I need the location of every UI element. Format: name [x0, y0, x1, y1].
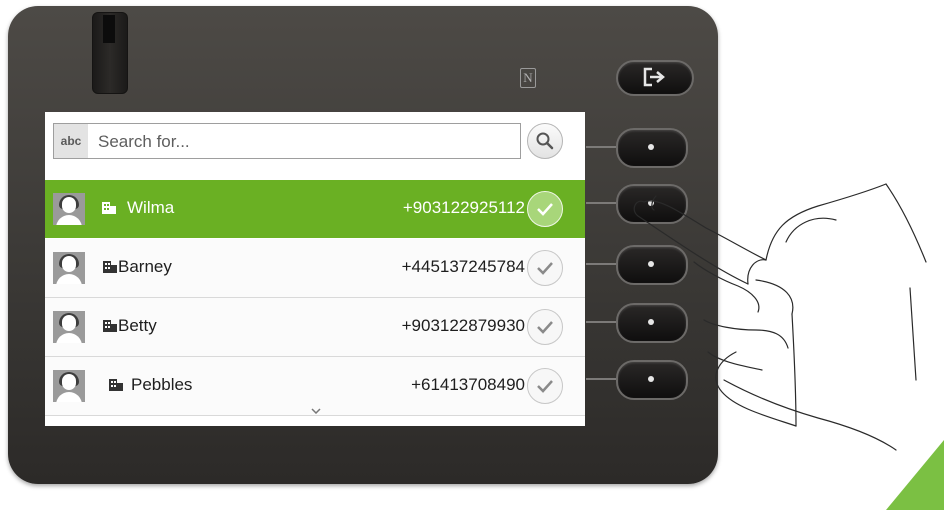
contact-row[interactable]: Wilma +903122925112	[45, 180, 585, 238]
contact-row[interactable]: Betty +903122879930	[45, 298, 585, 357]
contact-number: +903122925112	[402, 198, 525, 217]
building-icon	[103, 320, 117, 332]
handset-slot	[92, 12, 128, 94]
select-button[interactable]	[527, 309, 563, 345]
key-dot	[648, 144, 654, 150]
checkmark-icon	[537, 321, 553, 334]
input-mode-label: abc	[54, 124, 88, 158]
person-avatar-icon	[53, 370, 85, 402]
contact-name: Betty	[118, 316, 157, 335]
checkmark-icon	[537, 262, 553, 275]
contact-name: Pebbles	[131, 375, 193, 394]
search-icon	[536, 132, 554, 150]
display-screen: abc Search for... Wilma +903122925112 Ba…	[45, 112, 585, 426]
person-avatar-icon	[53, 311, 85, 343]
contact-name: Wilma	[127, 198, 175, 217]
contact-name: Barney	[118, 257, 172, 276]
search-placeholder: Search for...	[98, 132, 190, 151]
checkmark-icon	[537, 380, 553, 393]
building-icon	[103, 261, 117, 273]
chevron-down-icon[interactable]	[311, 408, 321, 414]
pointing-hand-illustration	[633, 183, 944, 510]
search-field[interactable]: abc Search for...	[53, 123, 521, 159]
building-icon	[109, 379, 123, 391]
softkey-connector	[586, 146, 618, 148]
contact-number: +445137245784	[401, 257, 525, 276]
building-icon	[102, 202, 116, 214]
select-button[interactable]	[527, 191, 563, 227]
search-button[interactable]	[527, 123, 563, 159]
exit-key[interactable]	[616, 60, 694, 96]
contact-number: +61413708490	[411, 375, 525, 394]
person-avatar-icon	[53, 193, 85, 225]
contact-row[interactable]: Barney +445137245784	[45, 239, 585, 298]
nfc-icon: N	[520, 68, 536, 88]
exit-door-icon	[643, 67, 665, 87]
checkmark-icon	[537, 203, 553, 216]
softkey-1[interactable]	[616, 128, 688, 168]
select-button[interactable]	[527, 250, 563, 286]
select-button[interactable]	[527, 368, 563, 404]
person-avatar-icon	[53, 252, 85, 284]
contact-number: +903122879930	[401, 316, 525, 335]
